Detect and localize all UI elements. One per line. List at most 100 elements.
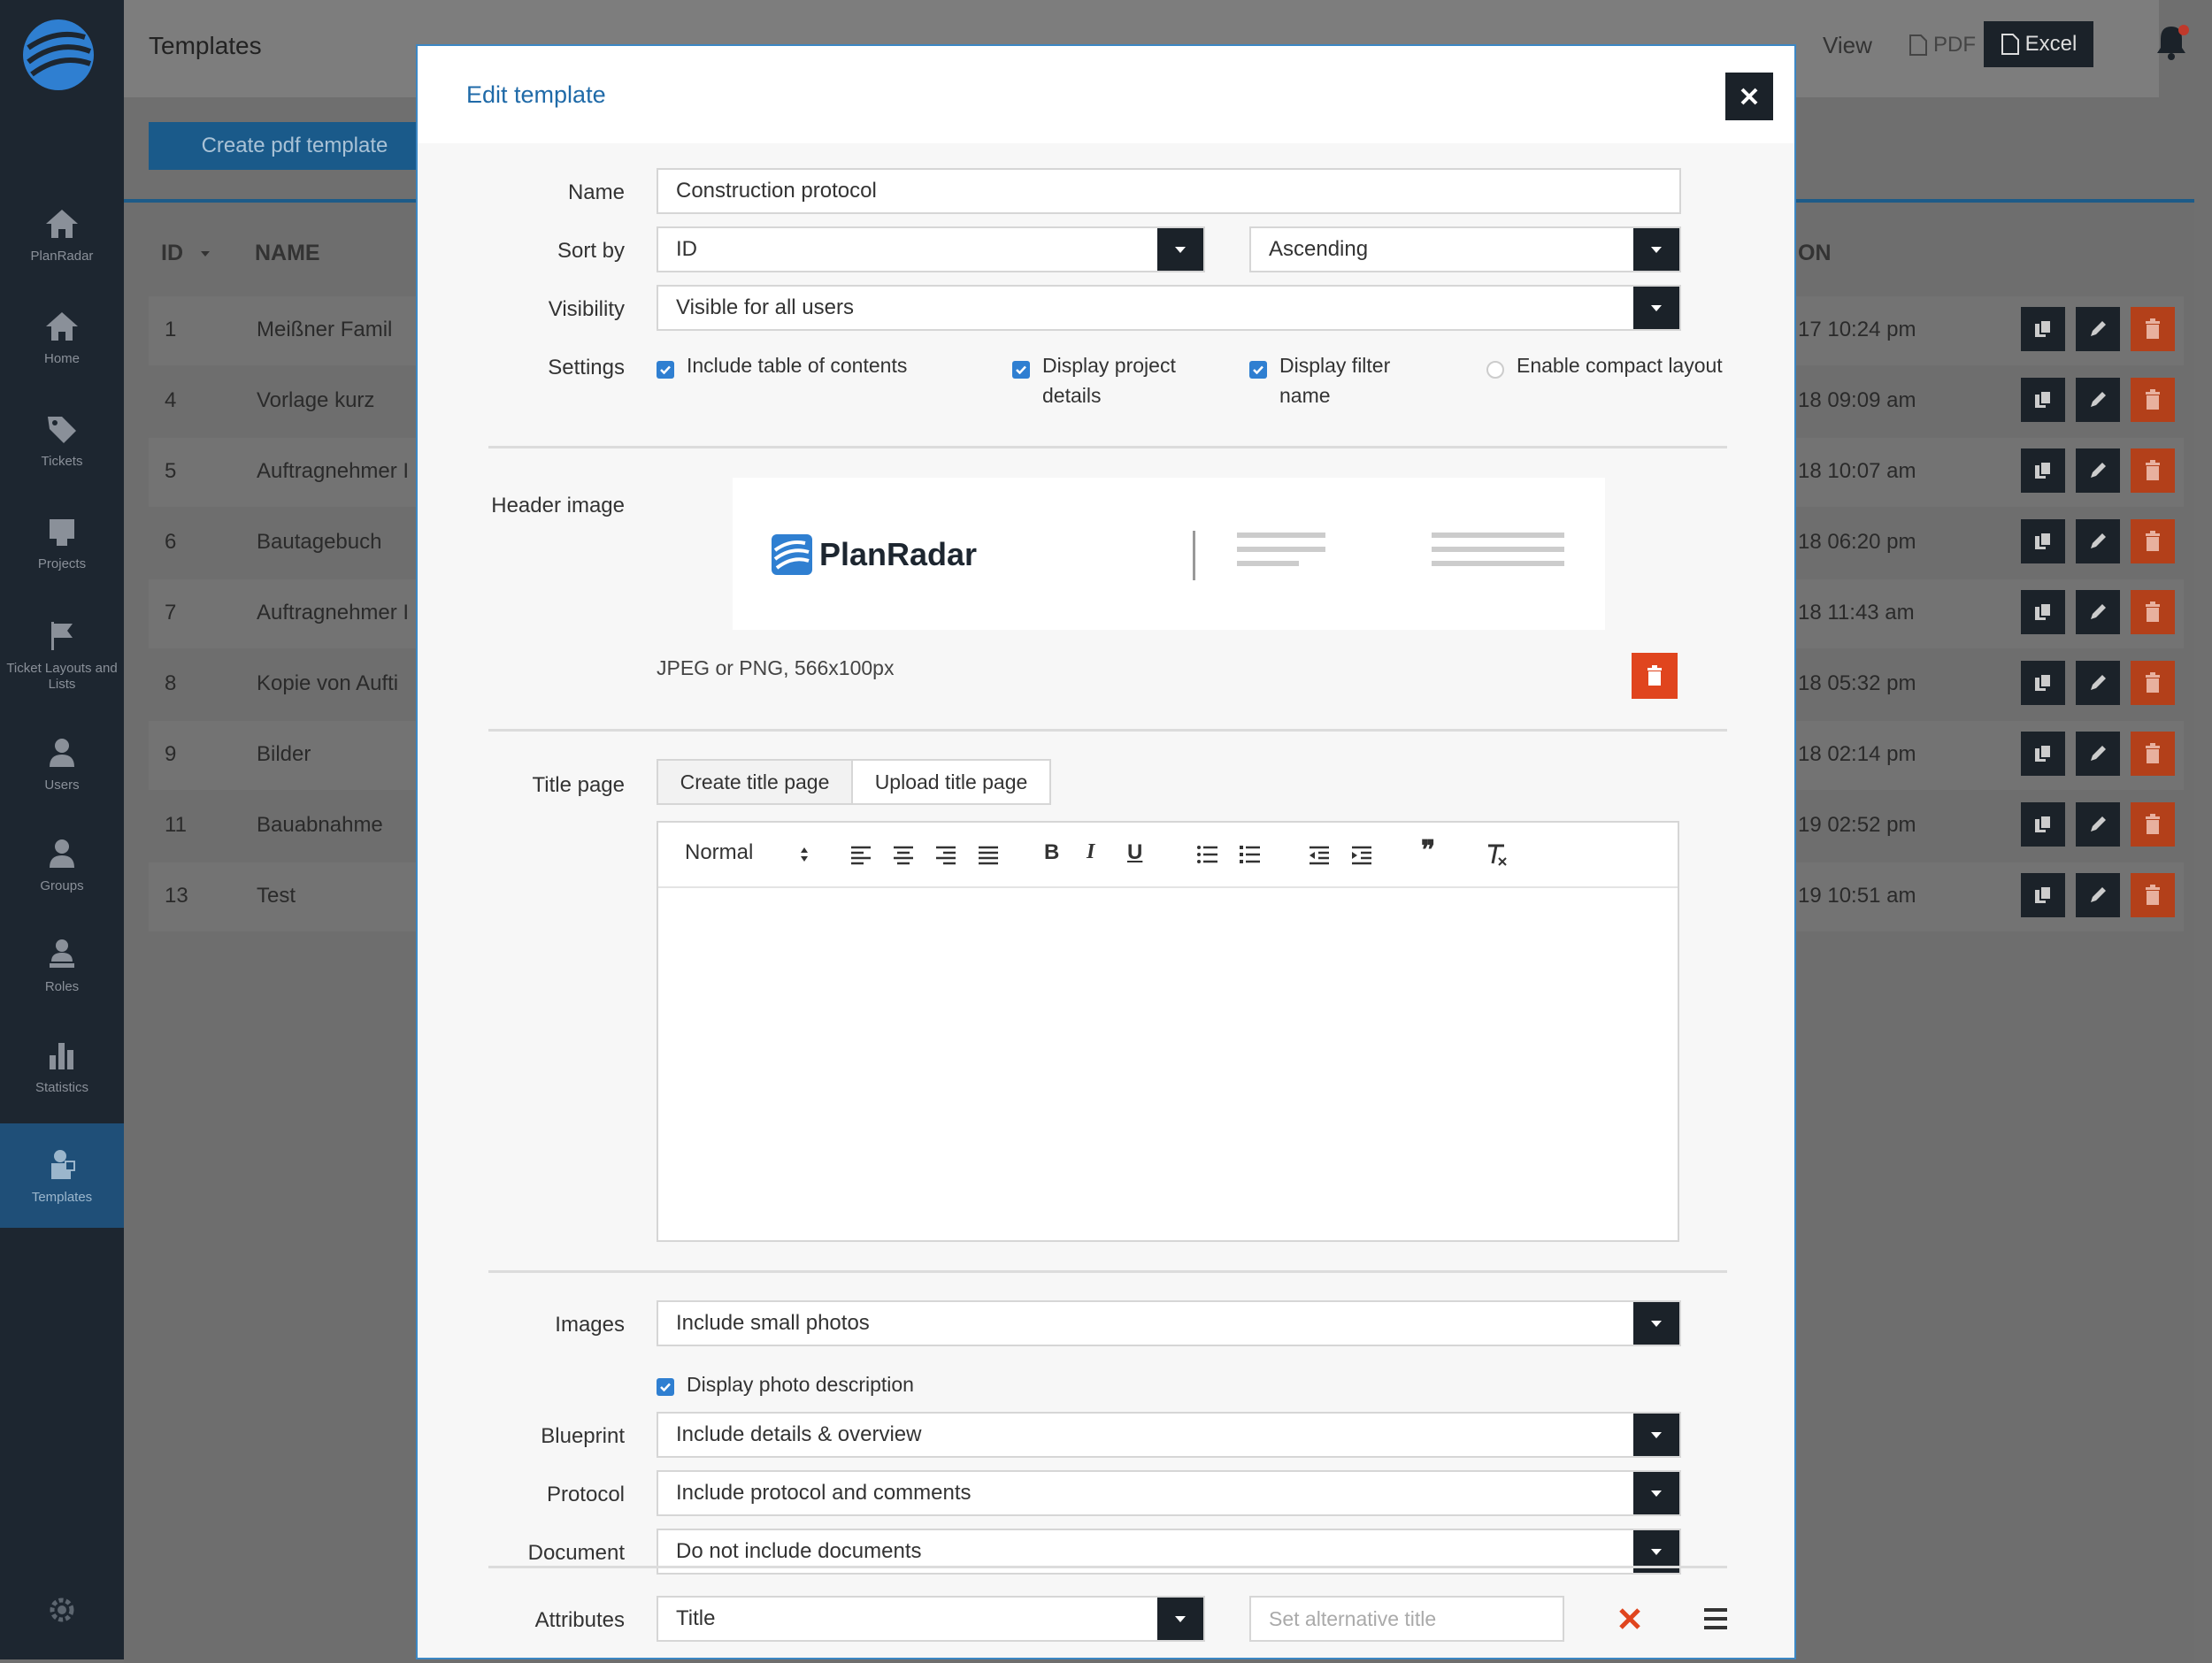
- dropdown-button[interactable]: [1633, 228, 1679, 271]
- protocol-select[interactable]: Include protocol and comments: [657, 1470, 1681, 1516]
- delete-button[interactable]: [2131, 378, 2175, 422]
- export-pdf-button[interactable]: PDF: [1893, 23, 1991, 67]
- blockquote-icon[interactable]: ❞: [1421, 835, 1435, 866]
- delete-button[interactable]: [2131, 661, 2175, 705]
- copy-icon: [2035, 461, 2052, 479]
- planradar-logo-icon[interactable]: [16, 12, 101, 97]
- template-icon: [51, 1150, 75, 1179]
- edit-button[interactable]: [2076, 590, 2120, 634]
- display-filter-name-checkbox[interactable]: [1249, 361, 1267, 379]
- sidebar-item-tickets[interactable]: Tickets: [0, 391, 124, 488]
- sort-by-select[interactable]: ID: [657, 226, 1205, 272]
- copy-button[interactable]: [2021, 378, 2065, 422]
- sidebar-item-ticket-layouts[interactable]: Ticket Layouts and Lists: [0, 602, 124, 708]
- edit-button[interactable]: [2076, 873, 2120, 917]
- align-right-icon[interactable]: [934, 844, 957, 865]
- edit-button[interactable]: [2076, 519, 2120, 563]
- delete-button[interactable]: [2131, 448, 2175, 493]
- trash-icon: [2146, 460, 2160, 480]
- align-left-icon[interactable]: [849, 844, 872, 865]
- enable-compact-layout-checkbox[interactable]: [1486, 361, 1504, 379]
- sort-order-select[interactable]: Ascending: [1249, 226, 1681, 272]
- dropdown-button[interactable]: [1157, 228, 1203, 271]
- copy-button[interactable]: [2021, 307, 2065, 351]
- edit-button[interactable]: [2076, 378, 2120, 422]
- header-image-preview[interactable]: PlanRadar: [733, 478, 1605, 630]
- sidebar-item-users[interactable]: Users: [0, 715, 124, 812]
- column-header-id[interactable]: ID: [161, 241, 183, 266]
- tab-create-title-page[interactable]: Create title page: [657, 759, 853, 805]
- format-select[interactable]: Normal: [685, 840, 753, 865]
- include-toc-checkbox[interactable]: [657, 361, 674, 379]
- align-justify-icon[interactable]: [977, 844, 1000, 865]
- delete-button[interactable]: [2131, 307, 2175, 351]
- visibility-select[interactable]: Visible for all users: [657, 285, 1681, 331]
- pencil-icon: [2091, 533, 2106, 548]
- clear-formatting-icon[interactable]: [1485, 842, 1509, 867]
- italic-icon[interactable]: I: [1087, 840, 1094, 864]
- copy-button[interactable]: [2021, 802, 2065, 847]
- copy-button[interactable]: [2021, 590, 2065, 634]
- dropdown-button[interactable]: [1157, 1598, 1203, 1640]
- close-button[interactable]: [1725, 73, 1773, 120]
- delete-header-image-button[interactable]: [1632, 653, 1678, 699]
- ordered-list-icon[interactable]: [1196, 844, 1219, 865]
- header-logo-text: PlanRadar: [819, 536, 978, 572]
- indent-icon[interactable]: [1350, 844, 1373, 865]
- export-excel-button[interactable]: Excel: [1984, 21, 2093, 67]
- title-page-editor[interactable]: Normal B I U ❞: [657, 821, 1679, 1242]
- alternative-title-input[interactable]: Set alternative title: [1249, 1596, 1564, 1642]
- images-label: Images: [555, 1313, 625, 1337]
- create-pdf-template-button[interactable]: Create pdf template: [149, 122, 441, 170]
- underline-icon[interactable]: U: [1127, 840, 1142, 865]
- delete-button[interactable]: [2131, 519, 2175, 563]
- dropdown-button[interactable]: [1633, 1302, 1679, 1345]
- sidebar-item-projects[interactable]: Projects: [0, 494, 124, 591]
- blueprint-select[interactable]: Include details & overview: [657, 1412, 1681, 1458]
- delete-button[interactable]: [2131, 590, 2175, 634]
- sidebar-item-groups[interactable]: Groups: [0, 816, 124, 913]
- updown-arrows-icon[interactable]: [800, 846, 809, 863]
- column-header-date[interactable]: ON: [1798, 241, 1832, 266]
- dropdown-button[interactable]: [1633, 1472, 1679, 1514]
- sidebar-item-templates[interactable]: Templates: [0, 1123, 124, 1228]
- settings-gear-icon[interactable]: [44, 1592, 80, 1628]
- edit-button[interactable]: [2076, 448, 2120, 493]
- column-header-name[interactable]: NAME: [255, 241, 320, 266]
- divider: [488, 1566, 1727, 1568]
- copy-icon: [2035, 532, 2052, 549]
- images-select[interactable]: Include small photos: [657, 1300, 1681, 1346]
- dropdown-button[interactable]: [1633, 1414, 1679, 1456]
- align-center-icon[interactable]: [892, 844, 915, 865]
- edit-button[interactable]: [2076, 802, 2120, 847]
- edit-button[interactable]: [2076, 307, 2120, 351]
- bullet-list-icon[interactable]: [1239, 844, 1262, 865]
- delete-button[interactable]: [2131, 873, 2175, 917]
- attribute-select[interactable]: Title: [657, 1596, 1205, 1642]
- sidebar-item-statistics[interactable]: Statistics: [0, 1017, 124, 1115]
- row-id: 8: [165, 671, 177, 695]
- outdent-icon[interactable]: [1308, 844, 1331, 865]
- copy-button[interactable]: [2021, 448, 2065, 493]
- delete-button[interactable]: [2131, 802, 2175, 847]
- remove-attribute-icon[interactable]: [1616, 1605, 1644, 1633]
- protocol-label: Protocol: [546, 1483, 625, 1506]
- bold-icon[interactable]: B: [1044, 840, 1059, 865]
- copy-button[interactable]: [2021, 519, 2065, 563]
- name-input[interactable]: Construction protocol: [657, 168, 1681, 214]
- drag-handle-icon[interactable]: [1701, 1605, 1731, 1633]
- display-photo-description-checkbox[interactable]: [657, 1378, 674, 1396]
- dropdown-button[interactable]: [1633, 287, 1679, 329]
- edit-button[interactable]: [2076, 732, 2120, 776]
- notification-bell-icon[interactable]: [2150, 21, 2193, 64]
- copy-button[interactable]: [2021, 732, 2065, 776]
- copy-button[interactable]: [2021, 661, 2065, 705]
- tab-upload-title-page[interactable]: Upload title page: [851, 759, 1051, 805]
- sidebar-item-home[interactable]: Home: [0, 288, 124, 386]
- display-project-details-checkbox[interactable]: [1012, 361, 1030, 379]
- edit-button[interactable]: [2076, 661, 2120, 705]
- sidebar-item-planradar[interactable]: PlanRadar: [0, 186, 124, 283]
- sidebar-item-roles[interactable]: Roles: [0, 916, 124, 1014]
- delete-button[interactable]: [2131, 732, 2175, 776]
- copy-button[interactable]: [2021, 873, 2065, 917]
